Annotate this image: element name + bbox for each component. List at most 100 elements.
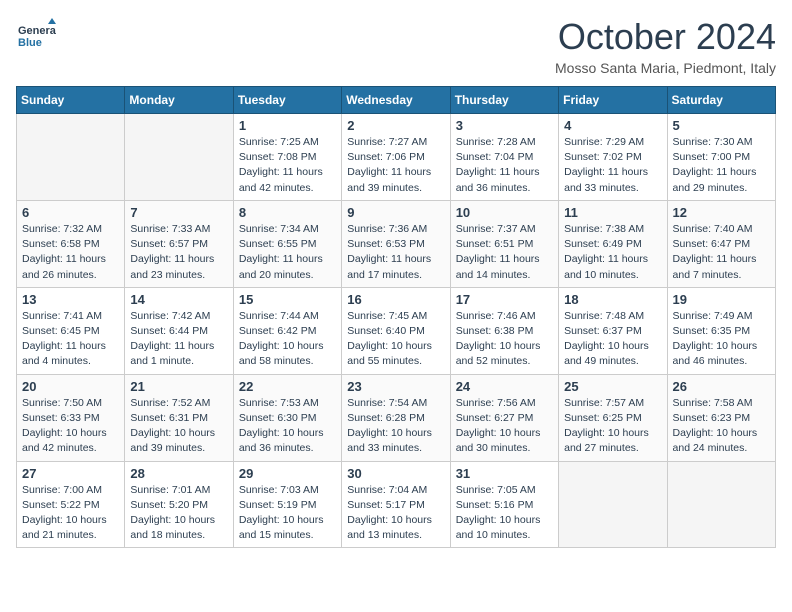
day-number: 14: [130, 292, 227, 307]
week-row-3: 13Sunrise: 7:41 AMSunset: 6:45 PMDayligh…: [17, 287, 776, 374]
calendar-cell: 11 Sunrise: 7:38 AMSunset: 6:49 PMDayligh…: [559, 200, 667, 287]
day-info: Sunrise: 7:03 AMSunset: 5:19 PMDaylight:…: [239, 483, 336, 544]
day-number: 8: [239, 205, 336, 220]
calendar-cell: 9 Sunrise: 7:36 AMSunset: 6:53 PMDaylight…: [342, 200, 450, 287]
day-number: 12: [673, 205, 770, 220]
calendar-cell: 26 Sunrise: 7:58 AMSunset: 6:23 PMDayligh…: [667, 374, 775, 461]
calendar-cell: 19 Sunrise: 7:49 AMSunset: 6:35 PMDayligh…: [667, 287, 775, 374]
col-header-thursday: Thursday: [450, 87, 558, 114]
day-info: Sunrise: 7:56 AMSunset: 6:27 PMDaylight:…: [456, 396, 553, 457]
logo: General Blue: [16, 16, 60, 56]
day-info: Sunrise: 7:45 AMSunset: 6:40 PMDaylight:…: [347, 309, 444, 370]
day-info: Sunrise: 7:00 AMSunset: 5:22 PMDaylight:…: [22, 483, 119, 544]
calendar-cell: 8 Sunrise: 7:34 AMSunset: 6:55 PMDaylight…: [233, 200, 341, 287]
calendar-cell: 21 Sunrise: 7:52 AMSunset: 6:31 PMDayligh…: [125, 374, 233, 461]
day-info: Sunrise: 7:53 AMSunset: 6:30 PMDaylight:…: [239, 396, 336, 457]
day-number: 2: [347, 118, 444, 133]
day-info: Sunrise: 7:50 AMSunset: 6:33 PMDaylight:…: [22, 396, 119, 457]
day-number: 29: [239, 466, 336, 481]
calendar-cell: 5Sunrise: 7:30 AMSunset: 7:00 PMDaylight…: [667, 114, 775, 201]
day-info: Sunrise: 7:05 AMSunset: 5:16 PMDaylight:…: [456, 483, 553, 544]
calendar-cell: 3 Sunrise: 7:28 AMSunset: 7:04 PMDaylight…: [450, 114, 558, 201]
calendar-cell: 24Sunrise: 7:56 AMSunset: 6:27 PMDayligh…: [450, 374, 558, 461]
day-info: Sunrise: 7:44 AMSunset: 6:42 PMDaylight:…: [239, 309, 336, 370]
calendar-cell: [559, 461, 667, 548]
calendar-cell: 27 Sunrise: 7:00 AMSunset: 5:22 PMDayligh…: [17, 461, 125, 548]
calendar-cell: 25 Sunrise: 7:57 AMSunset: 6:25 PMDayligh…: [559, 374, 667, 461]
day-info: Sunrise: 7:32 AMSunset: 6:58 PMDaylight:…: [22, 222, 119, 283]
day-info: Sunrise: 7:42 AMSunset: 6:44 PMDaylight:…: [130, 309, 227, 370]
day-number: 22: [239, 379, 336, 394]
day-info: Sunrise: 7:38 AMSunset: 6:49 PMDaylight:…: [564, 222, 661, 283]
day-number: 10: [456, 205, 553, 220]
calendar-cell: 7 Sunrise: 7:33 AMSunset: 6:57 PMDaylight…: [125, 200, 233, 287]
day-number: 9: [347, 205, 444, 220]
calendar-cell: 17Sunrise: 7:46 AMSunset: 6:38 PMDayligh…: [450, 287, 558, 374]
day-info: Sunrise: 7:37 AMSunset: 6:51 PMDaylight:…: [456, 222, 553, 283]
calendar-cell: 22 Sunrise: 7:53 AMSunset: 6:30 PMDayligh…: [233, 374, 341, 461]
calendar-cell: 29 Sunrise: 7:03 AMSunset: 5:19 PMDayligh…: [233, 461, 341, 548]
day-info: Sunrise: 7:34 AMSunset: 6:55 PMDaylight:…: [239, 222, 336, 283]
calendar-cell: 18 Sunrise: 7:48 AMSunset: 6:37 PMDayligh…: [559, 287, 667, 374]
calendar-cell: 13Sunrise: 7:41 AMSunset: 6:45 PMDayligh…: [17, 287, 125, 374]
day-number: 15: [239, 292, 336, 307]
calendar-cell: 31 Sunrise: 7:05 AMSunset: 5:16 PMDayligh…: [450, 461, 558, 548]
day-number: 3: [456, 118, 553, 133]
day-number: 1: [239, 118, 336, 133]
day-number: 21: [130, 379, 227, 394]
page-header: General Blue October 2024 Mosso Santa Ma…: [16, 16, 776, 76]
day-number: 18: [564, 292, 661, 307]
calendar-cell: [667, 461, 775, 548]
day-number: 19: [673, 292, 770, 307]
day-info: Sunrise: 7:49 AMSunset: 6:35 PMDaylight:…: [673, 309, 770, 370]
day-number: 30: [347, 466, 444, 481]
day-info: Sunrise: 7:58 AMSunset: 6:23 PMDaylight:…: [673, 396, 770, 457]
calendar-cell: 6 Sunrise: 7:32 AMSunset: 6:58 PMDaylight…: [17, 200, 125, 287]
col-header-monday: Monday: [125, 87, 233, 114]
day-info: Sunrise: 7:30 AMSunset: 7:00 PMDaylight:…: [673, 135, 770, 196]
col-header-tuesday: Tuesday: [233, 87, 341, 114]
day-number: 28: [130, 466, 227, 481]
day-number: 27: [22, 466, 119, 481]
col-header-sunday: Sunday: [17, 87, 125, 114]
week-row-2: 6 Sunrise: 7:32 AMSunset: 6:58 PMDaylight…: [17, 200, 776, 287]
day-info: Sunrise: 7:40 AMSunset: 6:47 PMDaylight:…: [673, 222, 770, 283]
calendar-cell: [125, 114, 233, 201]
calendar-cell: 20 Sunrise: 7:50 AMSunset: 6:33 PMDayligh…: [17, 374, 125, 461]
day-number: 6: [22, 205, 119, 220]
day-number: 16: [347, 292, 444, 307]
day-info: Sunrise: 7:27 AMSunset: 7:06 PMDaylight:…: [347, 135, 444, 196]
calendar-cell: 14 Sunrise: 7:42 AMSunset: 6:44 PMDayligh…: [125, 287, 233, 374]
day-info: Sunrise: 7:01 AMSunset: 5:20 PMDaylight:…: [130, 483, 227, 544]
day-number: 26: [673, 379, 770, 394]
day-info: Sunrise: 7:41 AMSunset: 6:45 PMDaylight:…: [22, 309, 119, 370]
day-number: 25: [564, 379, 661, 394]
day-info: Sunrise: 7:36 AMSunset: 6:53 PMDaylight:…: [347, 222, 444, 283]
calendar-table: SundayMondayTuesdayWednesdayThursdayFrid…: [16, 86, 776, 548]
day-info: Sunrise: 7:28 AMSunset: 7:04 PMDaylight:…: [456, 135, 553, 196]
day-info: Sunrise: 7:46 AMSunset: 6:38 PMDaylight:…: [456, 309, 553, 370]
day-number: 4: [564, 118, 661, 133]
day-info: Sunrise: 7:33 AMSunset: 6:57 PMDaylight:…: [130, 222, 227, 283]
title-area: October 2024 Mosso Santa Maria, Piedmont…: [555, 16, 776, 76]
day-number: 20: [22, 379, 119, 394]
month-title: October 2024: [555, 16, 776, 58]
day-info: Sunrise: 7:48 AMSunset: 6:37 PMDaylight:…: [564, 309, 661, 370]
calendar-cell: [17, 114, 125, 201]
calendar-cell: 2 Sunrise: 7:27 AMSunset: 7:06 PMDaylight…: [342, 114, 450, 201]
day-info: Sunrise: 7:57 AMSunset: 6:25 PMDaylight:…: [564, 396, 661, 457]
day-info: Sunrise: 7:52 AMSunset: 6:31 PMDaylight:…: [130, 396, 227, 457]
calendar-cell: 12 Sunrise: 7:40 AMSunset: 6:47 PMDayligh…: [667, 200, 775, 287]
col-header-friday: Friday: [559, 87, 667, 114]
location: Mosso Santa Maria, Piedmont, Italy: [555, 60, 776, 76]
col-header-wednesday: Wednesday: [342, 87, 450, 114]
day-number: 11: [564, 205, 661, 220]
day-number: 7: [130, 205, 227, 220]
calendar-cell: 28 Sunrise: 7:01 AMSunset: 5:20 PMDayligh…: [125, 461, 233, 548]
svg-text:Blue: Blue: [18, 37, 42, 49]
day-info: Sunrise: 7:25 AMSunset: 7:08 PMDaylight:…: [239, 135, 336, 196]
day-number: 31: [456, 466, 553, 481]
week-row-1: 1 Sunrise: 7:25 AMSunset: 7:08 PMDaylight…: [17, 114, 776, 201]
col-header-saturday: Saturday: [667, 87, 775, 114]
calendar-cell: 15 Sunrise: 7:44 AMSunset: 6:42 PMDayligh…: [233, 287, 341, 374]
